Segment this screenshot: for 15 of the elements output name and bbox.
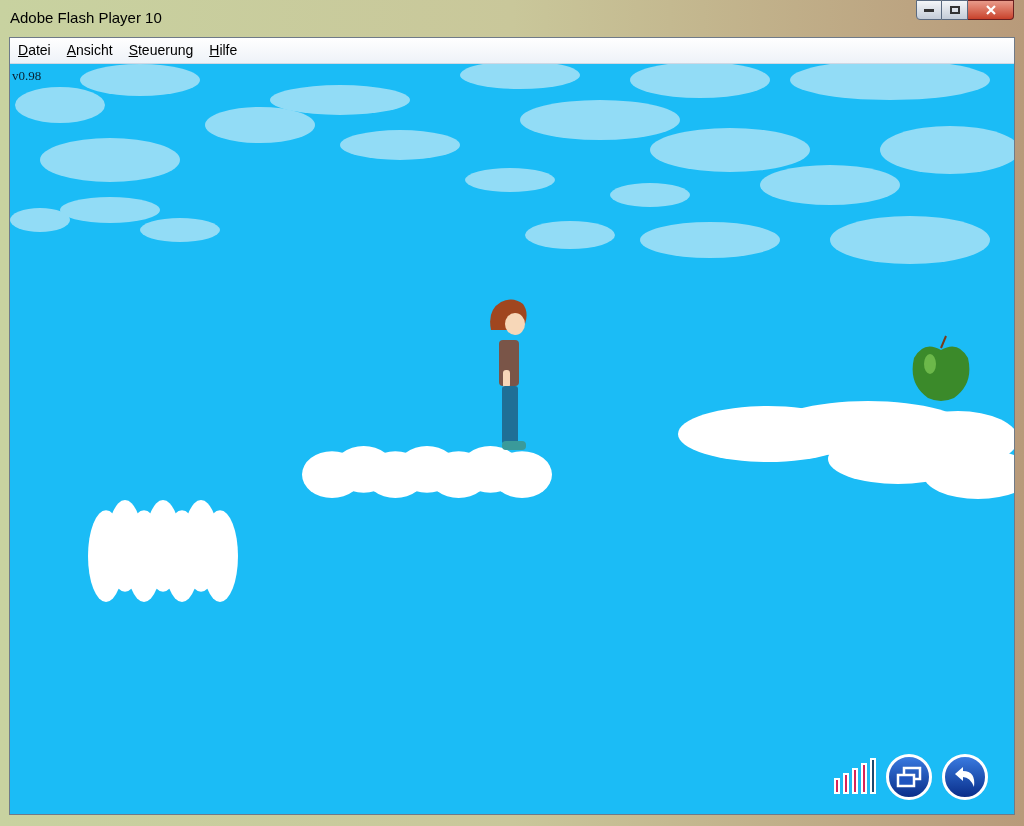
close-icon <box>985 5 996 15</box>
menu-item[interactable]: Datei <box>18 40 51 61</box>
back-button[interactable] <box>942 754 988 800</box>
menu-item[interactable]: Hilfe <box>209 40 238 61</box>
maximize-button[interactable] <box>942 0 968 20</box>
quality-meter[interactable] <box>834 758 876 794</box>
windowed-mode-button[interactable] <box>886 754 932 800</box>
version-label: v0.98 <box>12 67 42 85</box>
windows-icon <box>896 766 922 788</box>
minimize-button[interactable] <box>916 0 942 20</box>
apple-drawing <box>910 334 972 402</box>
window-title: Adobe Flash Player 10 <box>10 8 163 29</box>
menu-item[interactable]: Steuerung <box>128 40 194 61</box>
menu-item[interactable]: Ansicht <box>66 40 113 61</box>
close-button[interactable] <box>968 0 1014 20</box>
